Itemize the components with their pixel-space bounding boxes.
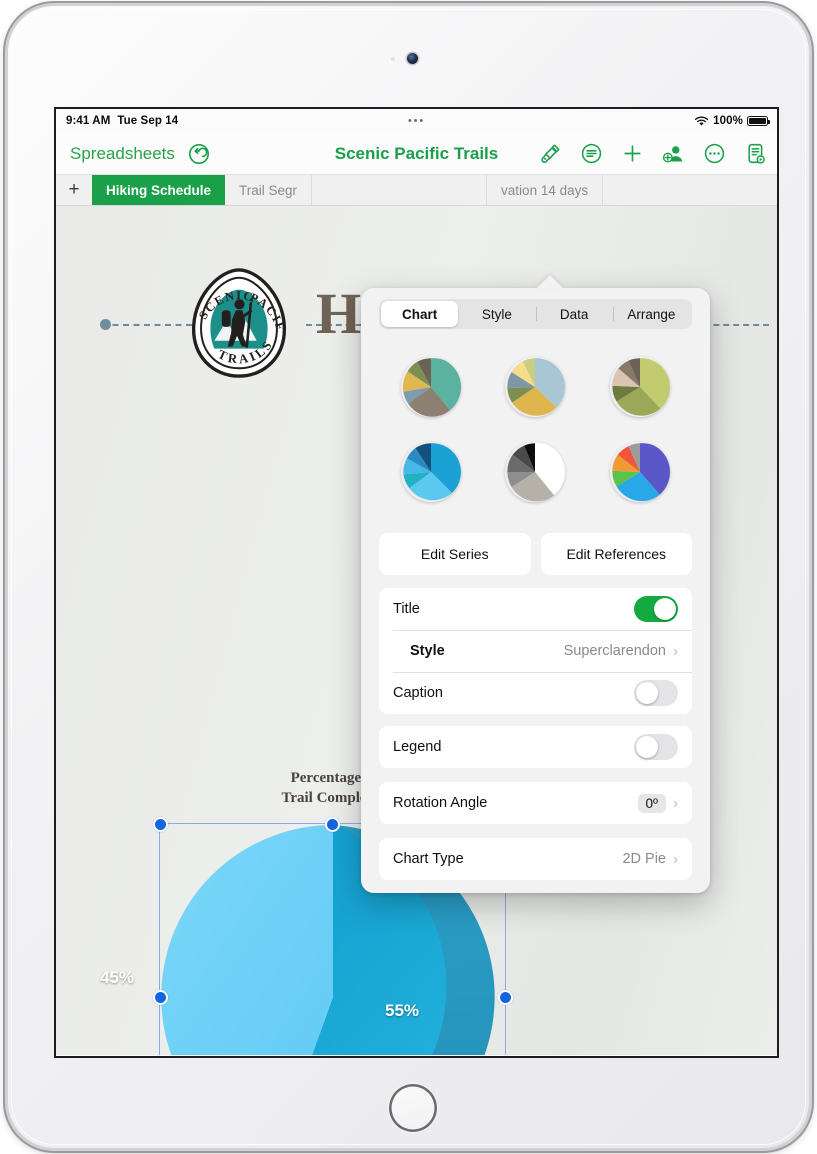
row-rotation-control: 0º ›: [637, 793, 678, 813]
ambient-sensor-icon: [391, 57, 395, 61]
pie-slice-label-45: 45%: [100, 968, 135, 987]
tab-data[interactable]: Data: [535, 301, 613, 327]
chart-style-5-thumbnail[interactable]: [505, 442, 566, 502]
sheet-tab-trail-segments[interactable]: Trail Segr: [225, 175, 313, 205]
app-toolbar: Spreadsheets Scenic Pacific Trails: [56, 133, 777, 175]
edit-series-button[interactable]: Edit Series: [379, 533, 531, 575]
status-bar: 9:41 AM Tue Sep 14 ••• 100%: [56, 109, 777, 133]
resize-handle-middle-right[interactable]: [499, 991, 511, 1003]
row-rotation-angle[interactable]: Rotation Angle 0º ›: [379, 782, 692, 824]
chart-style-2-thumbnail[interactable]: [505, 357, 566, 417]
legend-settings-group: Legend: [379, 726, 692, 768]
document-actions-icon[interactable]: [743, 142, 767, 166]
row-chart-type-control: 2D Pie ›: [622, 851, 678, 867]
chart-format-popover: Chart Style Data Arrange Edit Series Edi…: [361, 288, 710, 893]
caption-toggle[interactable]: [634, 680, 678, 706]
tab-arrange[interactable]: Arrange: [612, 301, 690, 327]
edit-button-row: Edit Series Edit References: [379, 533, 692, 575]
sheet-tab-hiking-schedule[interactable]: Hiking Schedule: [92, 175, 226, 205]
status-time: 9:41 AM: [66, 115, 111, 127]
chart-style-1-thumbnail[interactable]: [401, 357, 462, 417]
row-legend-label: Legend: [393, 739, 442, 755]
back-to-spreadsheets-button[interactable]: Spreadsheets: [70, 144, 175, 164]
chart-style-6-thumbnail[interactable]: [610, 442, 670, 502]
add-sheet-button[interactable]: +: [56, 175, 92, 205]
popover-arrow: [536, 275, 564, 289]
sheet-tab-hidden[interactable]: [312, 175, 488, 205]
row-title[interactable]: Title: [379, 588, 692, 630]
status-bar-handle: •••: [408, 114, 425, 127]
resize-handle-top-center[interactable]: [327, 818, 338, 830]
resize-handle-top-left[interactable]: [154, 818, 166, 830]
home-button[interactable]: [389, 1084, 437, 1132]
row-title-control: [634, 596, 678, 622]
chart-style-3-thumbnail[interactable]: [610, 357, 670, 417]
chart-type-group: Chart Type 2D Pie ›: [379, 838, 692, 880]
resize-handle-middle-left[interactable]: [154, 991, 166, 1003]
row-chart-type[interactable]: Chart Type 2D Pie ›: [379, 838, 692, 880]
row-caption-label: Caption: [393, 685, 443, 701]
more-icon[interactable]: [702, 142, 726, 166]
popover-segmented-control: Chart Style Data Arrange: [379, 299, 692, 329]
undo-icon[interactable]: [187, 142, 211, 166]
toolbar-icon-group: [538, 142, 767, 166]
wifi-icon: [695, 115, 709, 126]
scenic-pacific-trails-logo: SCENIC PACIFIC TRAILS: [180, 264, 286, 378]
status-date: Tue Sep 14: [117, 115, 179, 127]
row-rotation-label: Rotation Angle: [393, 795, 488, 811]
title-style-value: Superclarendon: [563, 643, 666, 659]
rotation-settings-group: Rotation Angle 0º ›: [379, 782, 692, 824]
status-bar-left: 9:41 AM Tue Sep 14: [66, 115, 178, 127]
row-chart-type-label: Chart Type: [393, 851, 464, 867]
row-caption[interactable]: Caption: [379, 672, 692, 714]
chart-style-thumbnail-grid: [379, 344, 692, 514]
ipad-screen: 9:41 AM Tue Sep 14 ••• 100% Spreadsheets: [56, 109, 777, 1056]
title-toggle[interactable]: [634, 596, 678, 622]
front-camera-icon: [407, 53, 418, 64]
legend-toggle[interactable]: [634, 734, 678, 760]
add-icon[interactable]: [620, 142, 644, 166]
format-brush-icon[interactable]: [538, 142, 562, 166]
collaborate-icon[interactable]: [661, 142, 685, 166]
tab-style[interactable]: Style: [458, 301, 535, 327]
rotation-angle-value[interactable]: 0º: [637, 793, 666, 813]
row-legend[interactable]: Legend: [379, 726, 692, 768]
sheet-tab-bar: + Hiking Schedule Trail Segr vation 14 d…: [56, 175, 777, 206]
row-legend-control: [634, 734, 678, 760]
row-title-style[interactable]: Style Superclarendon ›: [379, 630, 692, 672]
chart-style-4-thumbnail[interactable]: [401, 442, 462, 502]
chevron-right-icon[interactable]: ›: [673, 796, 678, 811]
ipad-device-frame: 9:41 AM Tue Sep 14 ••• 100% Spreadsheets: [8, 6, 809, 1148]
row-style-control: Superclarendon ›: [564, 643, 678, 659]
chevron-right-icon[interactable]: ›: [673, 644, 678, 659]
battery-percent-label: 100%: [713, 115, 743, 127]
header-rule-left: [102, 324, 192, 326]
edit-references-button[interactable]: Edit References: [540, 533, 692, 575]
battery-full-icon: [747, 116, 771, 126]
title-settings-group: Title Style Superclarendon › Caption: [379, 588, 692, 714]
row-title-label: Title: [393, 601, 420, 617]
status-bar-right: 100%: [694, 115, 771, 127]
tab-chart[interactable]: Chart: [381, 301, 459, 327]
row-style-label: Style: [410, 643, 445, 659]
insert-menu-icon[interactable]: [579, 142, 603, 166]
chart-type-value: 2D Pie: [622, 851, 666, 867]
row-caption-control: [634, 680, 678, 706]
chevron-right-icon[interactable]: ›: [673, 852, 678, 867]
sheet-tab-elevation-14-days[interactable]: vation 14 days: [487, 175, 604, 205]
